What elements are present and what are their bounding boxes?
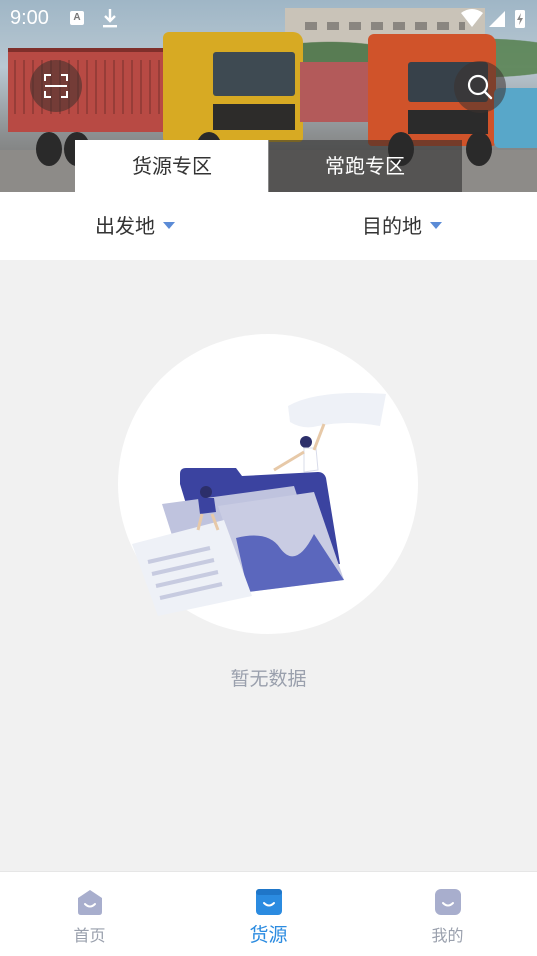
destination-filter-label: 目的地 <box>362 214 422 238</box>
nav-label-profile: 我的 <box>431 926 464 945</box>
origin-filter-label: 出发地 <box>95 214 155 238</box>
wheel <box>36 132 62 166</box>
search-icon <box>467 74 493 100</box>
cell-signal-icon <box>489 11 505 27</box>
pink-trailer <box>300 62 370 122</box>
cargo-icon <box>256 889 282 915</box>
download-icon <box>103 9 117 28</box>
filter-bar: 出发地 目的地 <box>0 192 537 260</box>
profile-icon <box>435 889 461 915</box>
scan-icon <box>44 74 68 98</box>
status-bar: 9:00 A <box>0 0 537 38</box>
status-time: 9:00 <box>10 7 49 29</box>
destination-filter[interactable]: 目的地 <box>362 212 442 240</box>
caret-down-icon <box>430 222 442 229</box>
system-status-icons <box>461 9 525 28</box>
yellow-truck <box>163 32 303 142</box>
caret-down-icon <box>163 222 175 229</box>
scan-button[interactable] <box>30 60 82 112</box>
empty-folder-illustration <box>132 392 386 616</box>
tab-cargo-zone[interactable]: 货源专区 <box>75 140 269 192</box>
nav-item-home[interactable]: 首页 <box>0 872 179 956</box>
nav-item-profile[interactable]: 我的 <box>358 872 537 956</box>
home-icon <box>78 890 102 915</box>
nav-label-home: 首页 <box>73 926 106 945</box>
tab-frequent-routes[interactable]: 常跑专区 <box>268 140 462 192</box>
search-button[interactable] <box>454 61 506 113</box>
wheel <box>466 132 492 166</box>
nav-item-cargo[interactable]: 货源 <box>179 872 358 956</box>
empty-state-message: 暂无数据 <box>230 668 307 690</box>
origin-filter[interactable]: 出发地 <box>95 212 175 240</box>
bottom-navigation: 首页 货源 我的 <box>0 871 537 956</box>
nav-label-cargo: 货源 <box>249 924 288 946</box>
keyboard-icon: A <box>70 11 84 25</box>
wifi-icon <box>461 9 483 27</box>
